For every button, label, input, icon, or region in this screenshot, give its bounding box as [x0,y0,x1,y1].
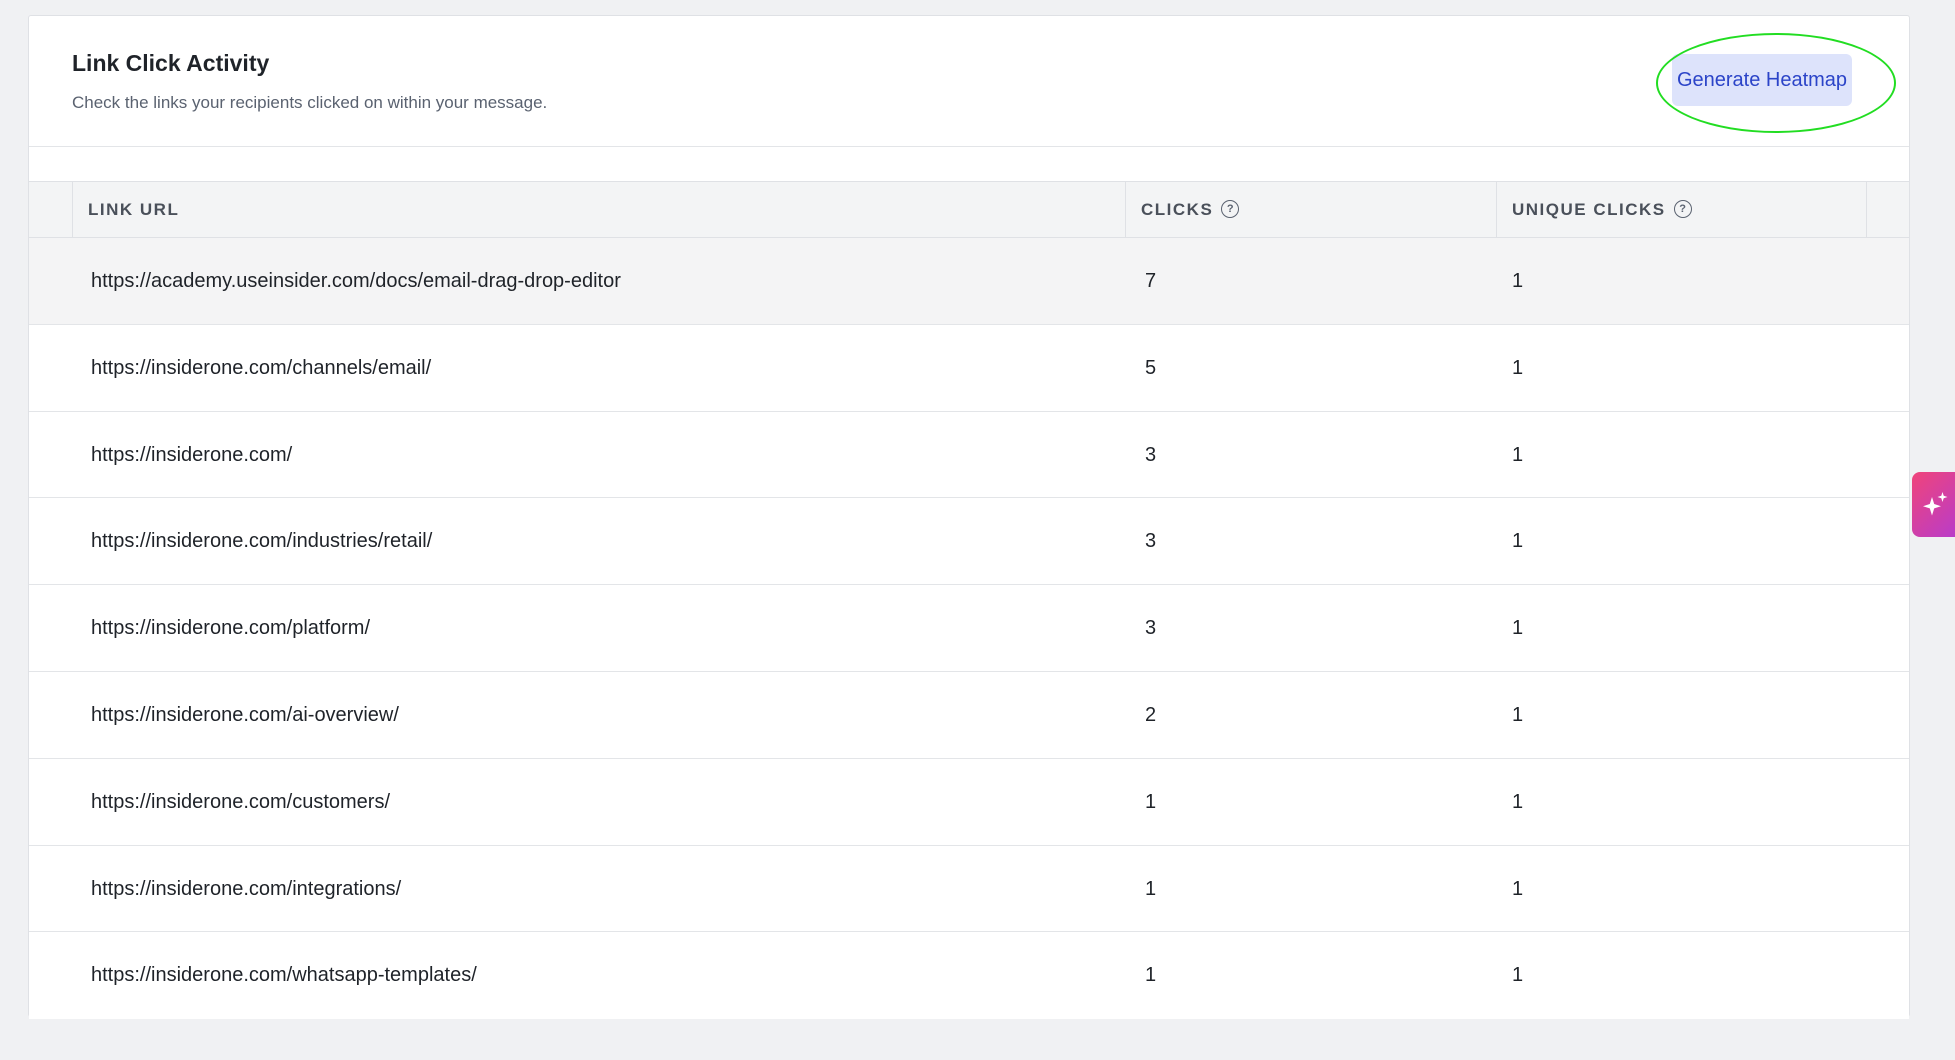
column-header-unique-clicks: UNIQUE CLICKS? [1497,182,1867,237]
sparkle-icon [1923,492,1948,516]
card-subtitle: Check the links your recipients clicked … [72,93,548,112]
column-header-clicks: CLICKS? [1126,182,1497,237]
card-title: Link Click Activity [72,50,270,76]
table-row: https://insiderone.com/customers/ 1 1 [29,758,1909,846]
table-row: https://insiderone.com/ 3 1 [29,411,1909,499]
header-spacer-cell [29,182,73,237]
clicks-cell: 1 [1145,790,1157,813]
clicks-cell: 1 [1145,877,1157,900]
link-url-cell[interactable]: https://insiderone.com/ai-overview/ [91,672,399,758]
link-clicks-table: LINK URL CLICKS? UNIQUE CLICKS? https://… [29,181,1909,1020]
help-circle-icon[interactable]: ? [1673,199,1692,218]
column-header-label: LINK URL [88,200,180,219]
unique-clicks-cell: 1 [1512,617,1524,640]
card-header: Link Click Activity Check the links your… [29,16,1909,147]
unique-clicks-cell: 1 [1512,270,1524,292]
link-url-cell[interactable]: https://insiderone.com/integrations/ [91,846,401,932]
link-url-cell[interactable]: https://insiderone.com/whatsapp-template… [91,932,477,1018]
column-header-link-url: LINK URL [73,182,1126,237]
unique-clicks-cell: 1 [1512,790,1524,813]
clicks-cell: 5 [1145,356,1157,379]
link-url-cell[interactable]: https://insiderone.com/ [91,412,292,498]
table-row: https://insiderone.com/integrations/ 1 1 [29,845,1909,933]
link-url-cell[interactable]: https://insiderone.com/customers/ [91,759,390,845]
unique-clicks-cell: 1 [1512,530,1524,553]
clicks-cell: 3 [1145,617,1157,640]
link-url-cell[interactable]: https://insiderone.com/platform/ [91,585,370,671]
clicks-cell: 3 [1145,443,1157,466]
link-url-cell[interactable]: https://insiderone.com/industries/retail… [91,498,432,584]
clicks-cell: 3 [1145,530,1157,553]
table-row: https://insiderone.com/whatsapp-template… [29,932,1909,1020]
ai-assistant-tab[interactable] [1912,472,1955,537]
unique-clicks-cell: 1 [1512,356,1524,379]
clicks-cell: 7 [1145,270,1157,292]
clicks-cell: 1 [1145,964,1157,987]
column-header-label: UNIQUE CLICKS [1512,200,1666,219]
table-row: https://insiderone.com/platform/ 3 1 [29,585,1909,672]
unique-clicks-cell: 1 [1512,443,1524,466]
table-row: https://insiderone.com/ai-overview/ 2 1 [29,671,1909,759]
table-row: https://insiderone.com/channels/email/ 5… [29,324,1909,412]
generate-heatmap-button[interactable]: Generate Heatmap [1672,54,1852,106]
link-click-activity-card: Link Click Activity Check the links your… [28,15,1910,1020]
unique-clicks-cell: 1 [1512,703,1524,726]
link-url-cell[interactable]: https://academy.useinsider.com/docs/emai… [91,238,621,324]
clicks-cell: 2 [1145,703,1157,726]
help-circle-icon[interactable]: ? [1221,199,1240,218]
table-header: LINK URL CLICKS? UNIQUE CLICKS? [29,181,1909,238]
column-header-label: CLICKS [1141,200,1214,219]
table-body: https://academy.useinsider.com/docs/emai… [29,238,1909,1020]
table-row: https://insiderone.com/industries/retail… [29,498,1909,586]
table-row: https://academy.useinsider.com/docs/emai… [29,238,1909,325]
unique-clicks-cell: 1 [1512,964,1524,987]
link-url-cell[interactable]: https://insiderone.com/channels/email/ [91,325,431,411]
unique-clicks-cell: 1 [1512,877,1524,900]
